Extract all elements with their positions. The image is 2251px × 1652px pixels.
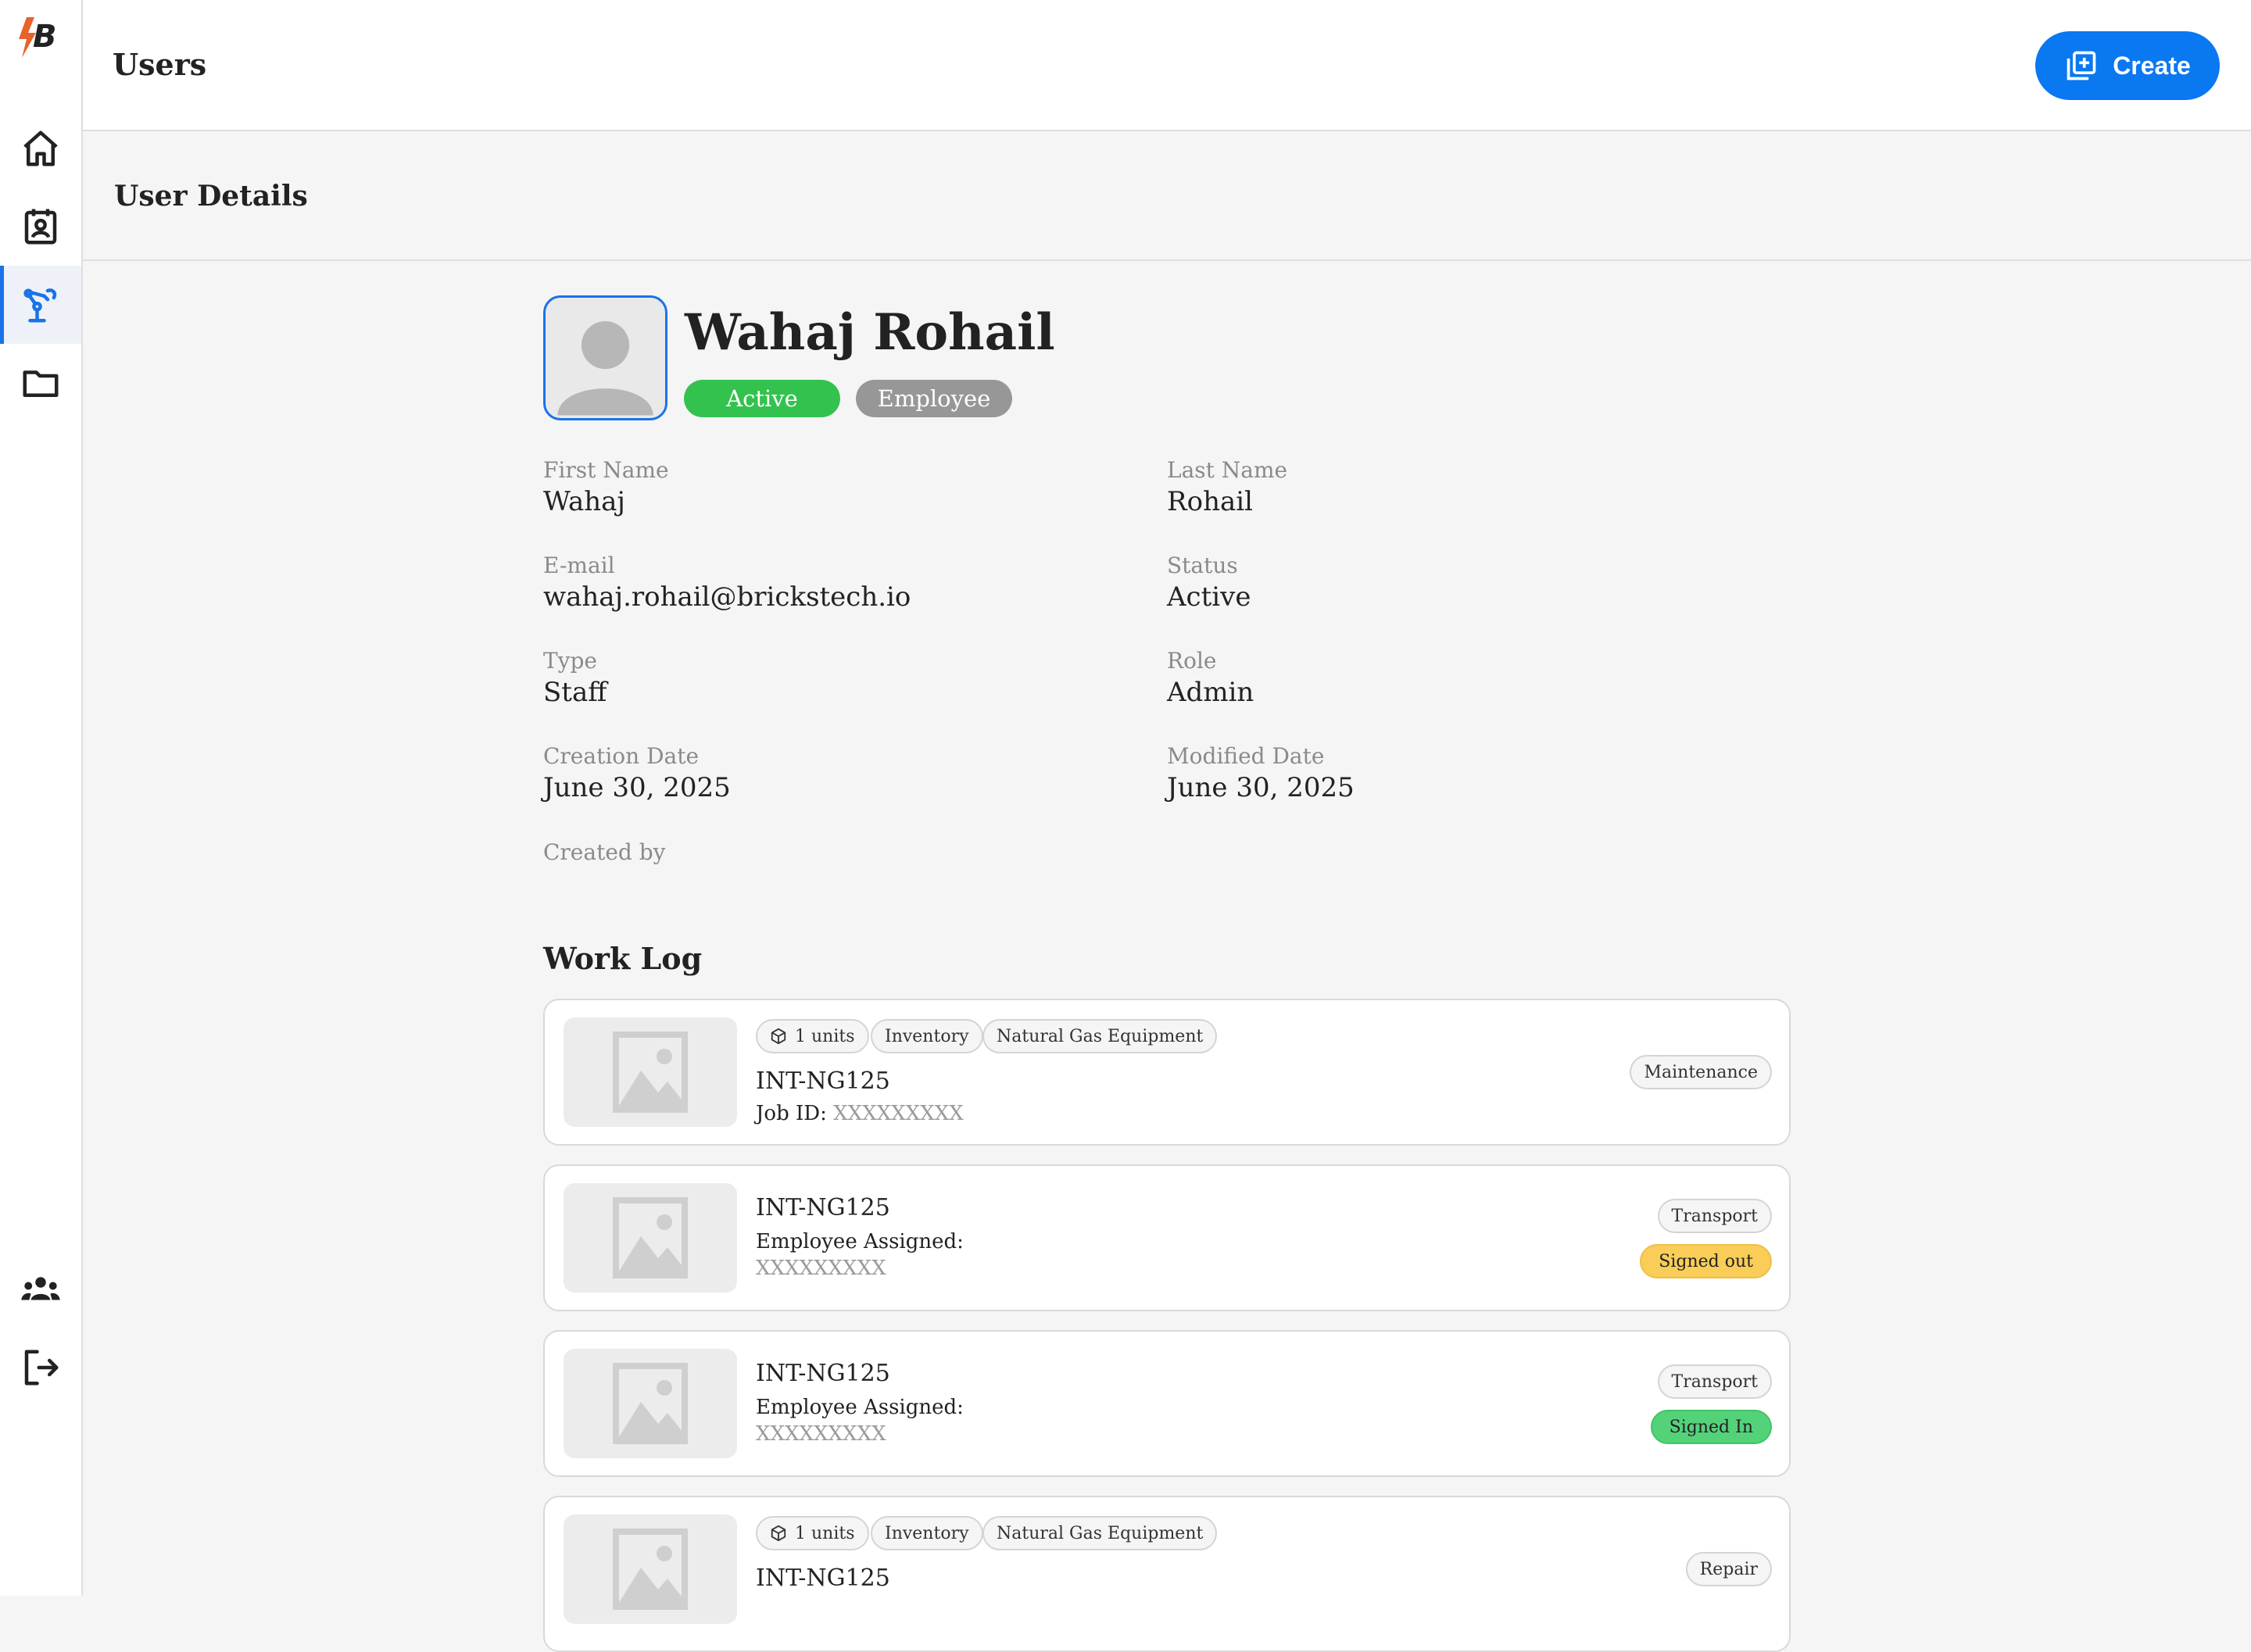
employee-assigned-value: XXXXXXXXX: [756, 1257, 886, 1280]
avatar: [543, 295, 667, 420]
type-badge: Employee: [856, 380, 1012, 417]
creation-date-label: Creation Date: [543, 743, 700, 769]
maintenance-tag-label: Maintenance: [1644, 1062, 1758, 1082]
image-placeholder-icon: [613, 1529, 688, 1610]
folder-icon: [23, 370, 59, 397]
image-placeholder-icon: [613, 1032, 688, 1113]
inventory-chip: Inventory: [871, 1019, 983, 1053]
role-label: Role: [1167, 648, 1217, 674]
work-log-title: Work Log: [543, 941, 703, 976]
logout-icon: [24, 1350, 59, 1386]
signed-out-badge: Signed out: [1640, 1244, 1772, 1278]
transport-tag-label: Transport: [1671, 1371, 1758, 1392]
type-value: Staff: [543, 677, 607, 708]
nav-logout[interactable]: [0, 1328, 81, 1407]
image-placeholder-icon: [613, 1197, 688, 1278]
item-code: INT-NG125: [756, 1067, 890, 1095]
category-chip: Natural Gas Equipment: [982, 1019, 1218, 1053]
category-chip-label: Natural Gas Equipment: [997, 1523, 1204, 1543]
group-icon: [21, 1277, 60, 1300]
repair-tag-label: Repair: [1699, 1559, 1758, 1579]
units-chip-label: 1 units: [795, 1523, 855, 1543]
modified-date-label: Modified Date: [1167, 743, 1325, 769]
repair-tag: Repair: [1685, 1552, 1772, 1586]
first-name-label: First Name: [543, 457, 669, 483]
nav-equipment[interactable]: [0, 266, 81, 344]
work-log-card[interactable]: 1 units Inventory Natural Gas Equipment …: [543, 999, 1791, 1146]
email-label: E-mail: [543, 552, 615, 578]
status-badge: Active: [684, 380, 840, 417]
inventory-chip-label: Inventory: [885, 1523, 969, 1543]
status-label: Status: [1167, 552, 1238, 578]
signed-in-badge: Signed In: [1650, 1410, 1772, 1444]
units-chip: 1 units: [756, 1019, 869, 1053]
brand-logo[interactable]: B: [16, 16, 66, 59]
status-value: Active: [1167, 581, 1251, 613]
job-id-label: Job ID:: [756, 1102, 834, 1125]
units-chip: 1 units: [756, 1516, 869, 1550]
top-bar: Users Create: [83, 0, 2251, 131]
item-code: INT-NG125: [756, 1360, 890, 1387]
work-log-card[interactable]: INT-NG125 Employee Assigned: XXXXXXXXX T…: [543, 1164, 1791, 1311]
transport-tag-label: Transport: [1671, 1206, 1758, 1226]
item-code: INT-NG125: [756, 1564, 890, 1592]
maintenance-tag: Maintenance: [1630, 1055, 1772, 1089]
nav-contacts[interactable]: [0, 188, 81, 266]
image-placeholder-icon: [613, 1363, 688, 1444]
user-name: Wahaj Rohail: [685, 303, 1055, 362]
home-icon: [23, 131, 58, 166]
create-button-label: Create: [2113, 51, 2191, 80]
work-log-card[interactable]: 1 units Inventory Natural Gas Equipment …: [543, 1496, 1791, 1652]
category-chip: Natural Gas Equipment: [982, 1516, 1218, 1550]
employee-assigned-label: Employee Assigned:: [756, 1396, 964, 1419]
email-value: wahaj.rohail@brickstech.io: [543, 581, 911, 613]
item-code: INT-NG125: [756, 1194, 890, 1221]
box-icon: [771, 1525, 786, 1542]
section-title: User Details: [114, 180, 308, 213]
employee-assigned-value: XXXXXXXXX: [756, 1422, 886, 1446]
transport-tag: Transport: [1657, 1199, 1772, 1233]
image-placeholder: [564, 1514, 737, 1624]
add-box-icon: [2067, 51, 2096, 80]
created-by-label: Created by: [543, 839, 666, 865]
box-icon: [771, 1028, 786, 1045]
robot-arm-icon: [23, 288, 57, 323]
last-name-value: Rohail: [1167, 486, 1253, 517]
nav-team[interactable]: [0, 1250, 81, 1328]
nav-home[interactable]: [0, 109, 81, 188]
image-placeholder: [564, 1017, 737, 1127]
employee-assigned-label: Employee Assigned:: [756, 1230, 964, 1253]
page-title: Users: [113, 47, 207, 82]
work-log-card[interactable]: INT-NG125 Employee Assigned: XXXXXXXXX T…: [543, 1330, 1791, 1477]
image-placeholder: [564, 1349, 737, 1458]
first-name-value: Wahaj: [543, 486, 625, 517]
units-chip-label: 1 units: [795, 1026, 855, 1046]
inventory-chip-label: Inventory: [885, 1026, 969, 1046]
last-name-label: Last Name: [1167, 457, 1288, 483]
image-placeholder: [564, 1183, 737, 1293]
section-header: User Details: [83, 131, 2251, 261]
category-chip-label: Natural Gas Equipment: [997, 1026, 1204, 1046]
inventory-chip: Inventory: [871, 1516, 983, 1550]
nav-files[interactable]: [0, 344, 81, 422]
type-label: Type: [543, 648, 597, 674]
creation-date-value: June 30, 2025: [543, 772, 731, 803]
create-button[interactable]: Create: [2035, 31, 2220, 100]
transport-tag: Transport: [1657, 1364, 1772, 1399]
svg-text:B: B: [33, 19, 57, 55]
contact-card-icon: [24, 209, 57, 245]
job-id: Job ID: XXXXXXXXX: [756, 1102, 964, 1125]
job-id-value: XXXXXXXXX: [833, 1102, 964, 1125]
user-placeholder-icon: [557, 321, 653, 416]
sidebar: B: [0, 0, 83, 1596]
modified-date-value: June 30, 2025: [1167, 772, 1355, 803]
role-value: Admin: [1167, 677, 1254, 708]
